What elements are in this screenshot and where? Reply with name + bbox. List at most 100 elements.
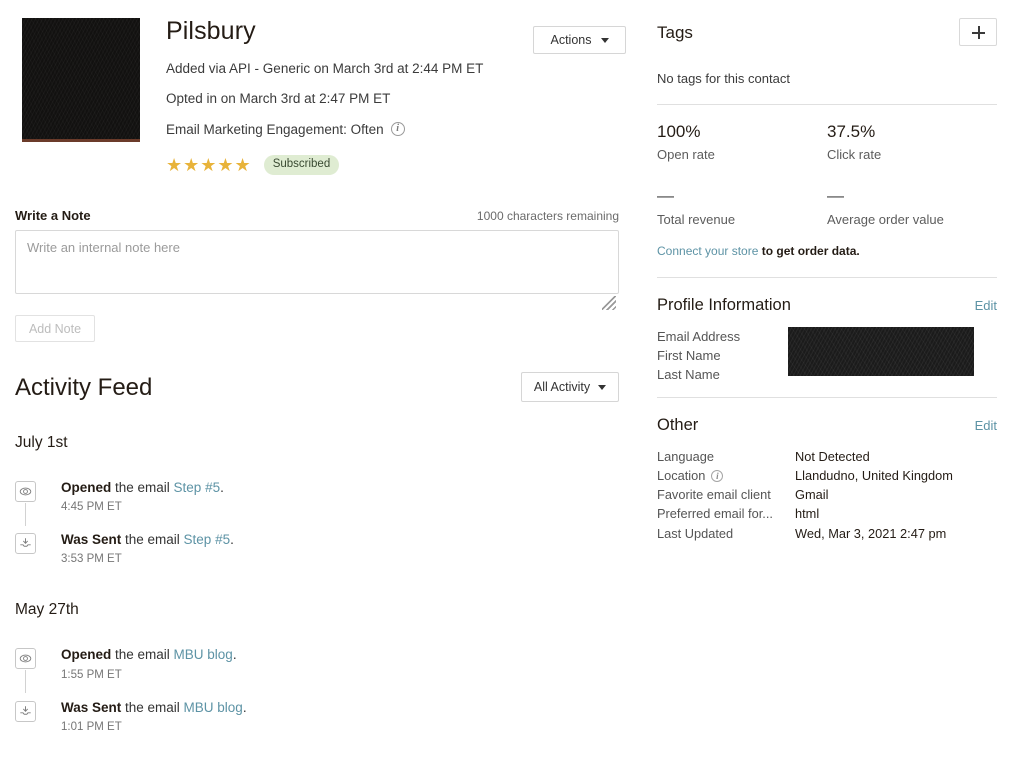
other-field-key: Language — [657, 447, 795, 466]
activity-events: Opened the email Step #5. 4:45 PM ET Was S… — [15, 479, 619, 565]
other-field-key-text: Favorite email client — [657, 487, 771, 503]
activity-event-link[interactable]: MBU blog — [184, 700, 243, 715]
click-rate-label: Click rate — [827, 147, 882, 163]
other-field-row: Language Not Detected — [657, 447, 997, 466]
activity-event-middle: the email — [111, 480, 174, 495]
other-section-title: Other — [657, 415, 699, 434]
activity-group: May 27th Opened the email MBU blog. 1:55 P… — [15, 601, 619, 733]
stats-row-1: 100% Open rate 37.5% Click rate — [657, 122, 997, 162]
profile-information-header: Profile Information Edit — [657, 296, 997, 315]
other-field-row: Last Updated Wed, Mar 3, 2021 2:47 pm — [657, 524, 997, 543]
activity-event-middle: the email — [111, 647, 174, 663]
status-badge: Subscribed — [263, 155, 340, 175]
edit-other-link[interactable]: Edit — [975, 418, 997, 433]
activity-event-text: Was Sent the email MBU blog. — [61, 699, 619, 717]
add-note-button[interactable]: Add Note — [15, 315, 95, 342]
tags-empty-message: No tags for this contact — [657, 71, 790, 86]
activity-event-icon-wrap — [15, 479, 61, 526]
other-field-value: Gmail — [795, 487, 829, 503]
stat-open-rate: 100% Open rate — [657, 122, 827, 162]
activity-event-icon-wrap — [15, 699, 61, 722]
divider — [657, 104, 997, 105]
profile-information-title: Profile Information — [657, 295, 791, 314]
other-field-key: Last Updated — [657, 524, 795, 543]
eye-icon — [19, 655, 32, 663]
characters-remaining: 1000 characters remaining — [476, 209, 619, 223]
activity-event-time: 1:01 PM ET — [61, 720, 122, 733]
open-rate-value: 100% — [657, 122, 701, 141]
activity-event-link[interactable]: Step #5 — [184, 532, 231, 547]
activity-event-link[interactable]: Step #5 — [174, 480, 221, 495]
contact-detail-page: Pilsbury Added via API - Generic on Marc… — [0, 0, 1024, 762]
other-field-key-text: Last Updated — [657, 525, 734, 541]
plus-icon — [971, 25, 985, 39]
connect-your-store-link[interactable]: Connect your store — [657, 244, 758, 258]
aov-value: — — [827, 186, 844, 206]
other-fields-table: Language Not Detected Location i Llandudno, … — [657, 447, 997, 543]
eye-icon — [19, 487, 32, 496]
activity-event-text: Opened the email MBU blog. — [61, 646, 619, 664]
activity-event-middle: the email — [121, 699, 184, 715]
aov-label: Average order value — [827, 211, 944, 227]
inbox-download-icon — [15, 533, 36, 555]
chevron-down-icon — [598, 384, 607, 390]
other-section-header: Other Edit — [657, 416, 997, 435]
activity-event: Opened the email MBU blog. 1:55 PM ET — [15, 646, 619, 694]
activity-event-suffix: . — [220, 480, 224, 495]
actions-button-label: Actions — [550, 33, 592, 47]
other-field-row: Preferred email for... html — [657, 504, 997, 523]
activity-feed-list: July 1st Opened the email Step #5. 4:45 PM… — [15, 434, 619, 762]
other-field-row: Location i Llandudno, United Kingdom — [657, 466, 997, 485]
profile-fields: Email Address First Name Last Name — [657, 326, 997, 385]
timeline-connector — [25, 670, 26, 694]
divider — [657, 396, 997, 398]
activity-event-action: Opened — [61, 480, 112, 495]
connect-store-line: Connect your store to get order data. — [657, 244, 997, 258]
activity-event: Was Sent the email MBU blog. 1:01 PM ET — [15, 699, 619, 733]
tags-title: Tags — [657, 23, 693, 42]
open-rate-label: Open rate — [657, 147, 715, 163]
info-icon[interactable]: i — [711, 469, 724, 482]
activity-event-action: Was Sent — [61, 532, 122, 548]
engagement-text: Email Marketing Engagement: Often — [166, 121, 384, 137]
activity-group: July 1st Opened the email Step #5. 4:45 PM… — [15, 434, 619, 565]
other-field-key: Location i — [657, 466, 795, 485]
page-title: Pilsbury — [166, 17, 256, 45]
inbox-download-icon — [15, 700, 36, 722]
activity-event-icon-wrap — [15, 531, 61, 555]
resize-handle-icon[interactable] — [602, 296, 616, 310]
note-label: Write a Note — [15, 208, 91, 223]
activity-filter-dropdown[interactable]: All Activity — [521, 372, 619, 402]
activity-feed-title: Activity Feed — [15, 374, 153, 401]
activity-event-time: 1:55 PM ET — [61, 668, 122, 681]
actions-button[interactable]: Actions — [533, 26, 626, 54]
stat-total-revenue: — Total revenue — [657, 186, 827, 226]
activity-event-time: 3:53 PM ET — [61, 553, 122, 566]
other-field-value: html — [795, 506, 820, 522]
activity-event-body: Opened the email Step #5. 4:45 PM ET — [61, 479, 619, 513]
activity-event-body: Was Sent the email MBU blog. 1:01 PM ET — [61, 699, 619, 733]
activity-feed-header: Activity Feed All Activity — [15, 372, 619, 404]
add-tag-button[interactable] — [959, 18, 997, 46]
note-input[interactable] — [15, 230, 619, 294]
activity-event-middle: the email — [121, 532, 184, 548]
activity-event-link[interactable]: MBU blog — [174, 647, 233, 662]
stat-average-order-value: — Average order value — [827, 186, 997, 226]
other-field-key-text: Language — [657, 448, 714, 464]
activity-event-time: 4:45 PM ET — [61, 501, 122, 514]
eye-icon — [15, 648, 36, 670]
other-field-value: Not Detected — [795, 448, 870, 464]
chevron-down-icon — [600, 37, 609, 43]
info-icon[interactable]: i — [390, 122, 405, 137]
activity-event-icon-wrap — [15, 646, 61, 694]
star-rating: ★★★★★ — [166, 154, 252, 175]
activity-event-action: Was Sent — [61, 699, 122, 715]
activity-event-body: Was Sent the email Step #5. 3:53 PM ET — [61, 531, 619, 565]
activity-event-text: Was Sent the email Step #5. — [61, 531, 619, 549]
right-sidebar: Tags No tags for this contact 100% Open … — [657, 18, 997, 543]
other-field-key-text: Preferred email for... — [657, 506, 773, 522]
rating-row: ★★★★★ Subscribed — [166, 155, 586, 175]
edit-profile-information-link[interactable]: Edit — [975, 298, 997, 313]
click-rate-value: 37.5% — [827, 122, 876, 141]
activity-event-suffix: . — [242, 699, 247, 715]
